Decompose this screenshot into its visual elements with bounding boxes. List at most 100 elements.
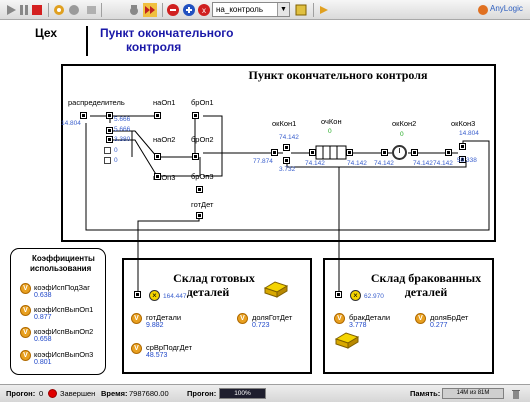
- okKon3-left-value: 74.142: [433, 160, 453, 167]
- brOp2-label: брОп2: [191, 135, 214, 144]
- okKon2-left-value: 74.142: [374, 160, 394, 167]
- variable-icon[interactable]: V: [415, 313, 426, 324]
- queue-right-value: 74.142: [347, 160, 367, 167]
- variable-icon[interactable]: V: [334, 313, 345, 324]
- distributor-out1-node[interactable]: [106, 112, 113, 119]
- okKon3-left-node[interactable]: [445, 149, 452, 156]
- coef-value: 0.658: [34, 336, 52, 343]
- app-window: x на_контроль ▼ AnyLogic Цех Пункт оконч…: [0, 0, 530, 402]
- good-sink-icon[interactable]: ×: [149, 290, 160, 301]
- okKon1-left-node[interactable]: [271, 149, 278, 156]
- coef-name: коэфИспВыпОп2: [34, 327, 94, 336]
- zero-value: 0: [114, 157, 118, 164]
- okKon2-right-value: 74.142: [413, 160, 433, 167]
- reject-stock-title-line2: деталей: [404, 285, 448, 299]
- good-stock-title-line1: Склад готовых: [173, 271, 255, 285]
- time-label: Время:: [101, 389, 128, 398]
- coef-value: 0.877: [34, 314, 52, 321]
- brOp1-node[interactable]: [192, 112, 199, 119]
- progress-bar: 100%: [219, 388, 266, 399]
- coef-name: коэфИспПодЗаг: [34, 283, 90, 292]
- okKon2-output-node[interactable]: [411, 149, 418, 156]
- variable-icon[interactable]: V: [131, 313, 142, 324]
- distributor-input-node[interactable]: [80, 112, 87, 119]
- good-var-name: доляГотДет: [252, 313, 293, 322]
- coef-name: коэфИспВыпОп3: [34, 350, 94, 359]
- ochKon-label: очКон: [321, 117, 342, 126]
- okKon1-top-value: 74.142: [279, 134, 299, 141]
- okKon1-left-value: 77.874: [253, 158, 273, 165]
- delay-clock-icon[interactable]: [392, 145, 407, 160]
- memory-label: Память:: [410, 389, 441, 398]
- good-var-name: срВрПодгДет: [146, 343, 193, 352]
- distributor-out3-node[interactable]: [106, 136, 113, 143]
- progress-text: 100%: [234, 390, 251, 397]
- run-number: 0: [39, 389, 44, 398]
- reject-sink-node[interactable]: [335, 291, 342, 298]
- gotDet-label: готДет: [191, 200, 214, 209]
- good-parts-box-icon: [263, 281, 289, 298]
- out3-value: 3.380: [114, 136, 131, 143]
- reject-var-name: бракДетали: [349, 313, 391, 322]
- brOp3-node[interactable]: [196, 186, 203, 193]
- good-var-value: 0.723: [252, 322, 270, 329]
- time-value: 7987680.00: [129, 389, 169, 398]
- variable-icon[interactable]: V: [20, 283, 31, 294]
- status-stop-icon: [48, 389, 57, 398]
- coef-title-line1: Коэффициенты: [32, 254, 95, 263]
- queue-left-value: 74.142: [305, 160, 325, 167]
- variable-icon[interactable]: V: [20, 350, 31, 361]
- queue-zero-value: 0: [328, 128, 332, 135]
- variable-icon[interactable]: V: [237, 313, 248, 324]
- coef-value: 0.801: [34, 359, 52, 366]
- variable-icon[interactable]: V: [20, 327, 31, 338]
- okKon3-top-node[interactable]: [459, 143, 466, 150]
- queue-output-node[interactable]: [346, 149, 353, 156]
- reject-stock-title-line1: Склад бракованных: [370, 271, 482, 285]
- brOp2-node[interactable]: [192, 153, 199, 160]
- okKon2-zero-value: 0: [400, 131, 404, 138]
- coef-name: коэфИспВыпОп1: [34, 305, 94, 314]
- reject-sink-icon[interactable]: ×: [350, 290, 361, 301]
- okKon1-bottom-value: 3.732: [279, 166, 296, 173]
- good-sink-node[interactable]: [134, 291, 141, 298]
- okKon1-top-node[interactable]: [283, 144, 290, 151]
- run-label: Прогон:: [6, 389, 36, 398]
- gotDet-node[interactable]: [196, 212, 203, 219]
- naOp1-node[interactable]: [154, 112, 161, 119]
- out2-value: 5.666: [114, 126, 131, 133]
- out1-value: 5.666: [114, 116, 131, 123]
- variable-icon[interactable]: V: [20, 305, 31, 316]
- reject-sink-value: 62.970: [364, 293, 384, 300]
- zero-value: 0: [114, 147, 118, 154]
- reject-var-value: 3.778: [349, 322, 367, 329]
- okKon2-label: окКон2: [392, 119, 417, 128]
- naOp2-node[interactable]: [154, 153, 161, 160]
- memory-bar: 14M из 81M: [442, 388, 504, 399]
- good-var-value: 48.573: [146, 352, 168, 359]
- good-sink-value: 164.447: [163, 293, 187, 300]
- status-bar: Прогон: 0 Завершен Время: 7987680.00 Про…: [0, 384, 530, 402]
- reject-var-value: 0.277: [430, 322, 448, 329]
- okKon1-bottom-node[interactable]: [283, 157, 290, 164]
- run-state: Завершен: [60, 389, 96, 398]
- coef-value: 0.638: [34, 292, 52, 299]
- gc-trash-icon[interactable]: [510, 388, 522, 400]
- naOp3-node[interactable]: [154, 173, 161, 180]
- good-var-value: 9.882: [146, 322, 164, 329]
- distributor-label: распределитель: [68, 98, 125, 107]
- okKon2-input-node[interactable]: [381, 149, 388, 156]
- good-stock-title-line2: деталей: [186, 285, 230, 299]
- coef-title-line2: использования: [30, 264, 92, 273]
- distributor-spare-node: [104, 157, 111, 164]
- okKon3-bottom-value: 59.338: [457, 157, 477, 164]
- naOp1-label: наОп1: [153, 98, 176, 107]
- reject-var-name: доляБрДет: [430, 313, 469, 322]
- okKon3-label: окКон3: [451, 119, 476, 128]
- distributor-spare-node: [104, 147, 111, 154]
- distributor-out2-node[interactable]: [106, 127, 113, 134]
- variable-icon[interactable]: V: [131, 343, 142, 354]
- queue-input-node[interactable]: [309, 149, 316, 156]
- good-var-name: готДетали: [146, 313, 182, 322]
- progress-label: Прогон:: [187, 389, 217, 398]
